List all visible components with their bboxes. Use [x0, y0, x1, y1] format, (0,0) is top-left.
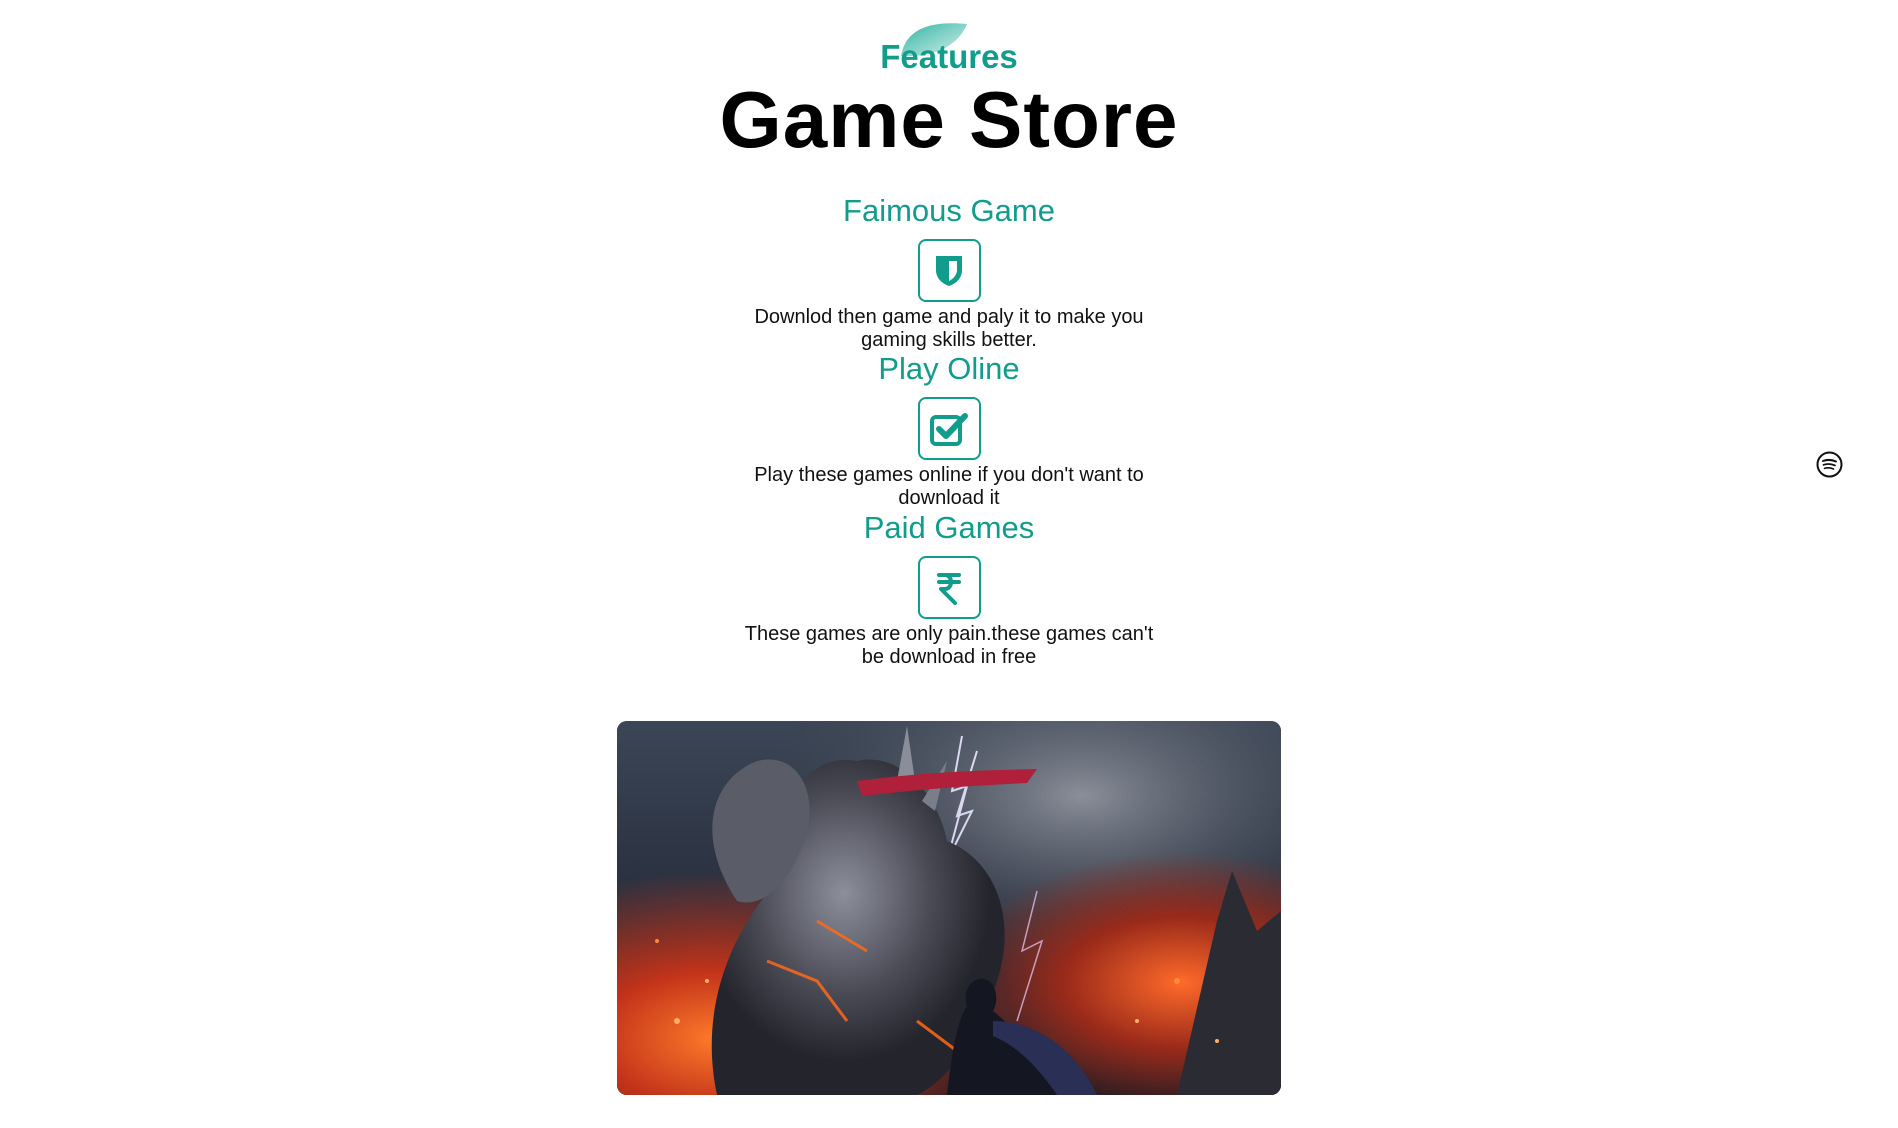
feature-card-paid-games: Paid Games These games are only pain.the…: [0, 510, 1898, 669]
rupee-icon: [937, 572, 961, 605]
feature-card-famous-game: Faimous Game Downlod then game and paly …: [0, 193, 1898, 352]
section-header: Features: [0, 14, 1898, 81]
game-artwork-image: [617, 721, 1281, 1095]
spotify-icon[interactable]: [1816, 451, 1843, 478]
feature-description: Play these games online if you don't wan…: [754, 464, 1144, 509]
feature-title: Play Oline: [878, 351, 1020, 386]
feature-card-play-online: Play Oline Play these games online if yo…: [0, 351, 1898, 510]
feature-icon-box: [917, 397, 981, 460]
shield-icon: [936, 255, 962, 286]
features-heading: Features: [859, 14, 1039, 76]
feature-description: Downlod then game and paly it to make yo…: [754, 306, 1144, 351]
feature-title: Paid Games: [863, 510, 1035, 545]
features-label: Features: [880, 38, 1018, 75]
page: Features Game Store Faimous Game Downlod…: [0, 0, 1898, 1128]
page-title: Game Store: [719, 75, 1179, 164]
game-artwork: [617, 721, 1281, 1095]
feature-icon-box: [917, 556, 981, 619]
feature-description: These games are only pain.these games ca…: [744, 623, 1154, 668]
feature-title: Faimous Game: [843, 193, 1055, 228]
checkbox-icon: [930, 412, 968, 446]
feature-icon-box: [917, 239, 981, 302]
